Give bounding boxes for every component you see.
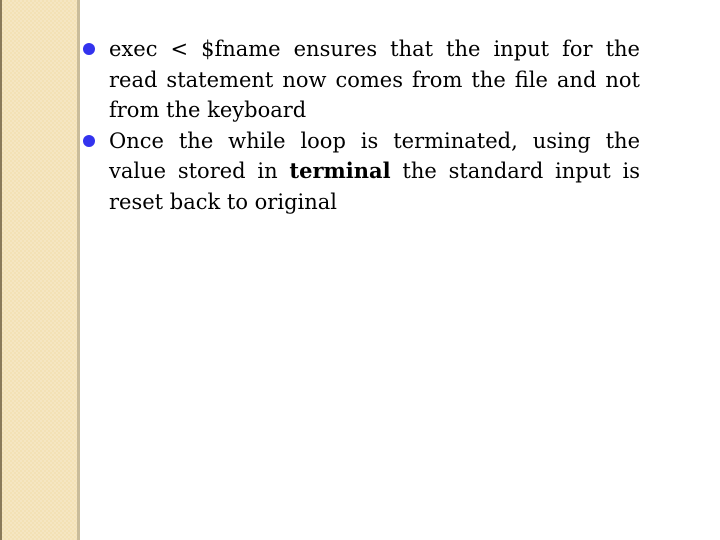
bullet-text: Once the while loop is terminated, using…	[109, 129, 640, 214]
bullet-text-segment: exec < $fname ensures that the input for…	[109, 37, 640, 122]
bullet-dot-icon	[83, 134, 95, 147]
bullet-dot-icon	[83, 43, 95, 55]
decorative-sidebar	[0, 0, 77, 540]
bullet-item: exec < $fname ensures that the input for…	[82, 34, 640, 126]
slide-content: exec < $fname ensures that the input for…	[82, 34, 640, 217]
bullet-text: exec < $fname ensures that the input for…	[109, 37, 640, 122]
bullet-bold-term: terminal	[289, 158, 391, 183]
bullet-item: Once the while loop is terminated, using…	[82, 126, 640, 218]
slide: exec < $fname ensures that the input for…	[0, 0, 720, 540]
sidebar-edge	[77, 0, 80, 540]
